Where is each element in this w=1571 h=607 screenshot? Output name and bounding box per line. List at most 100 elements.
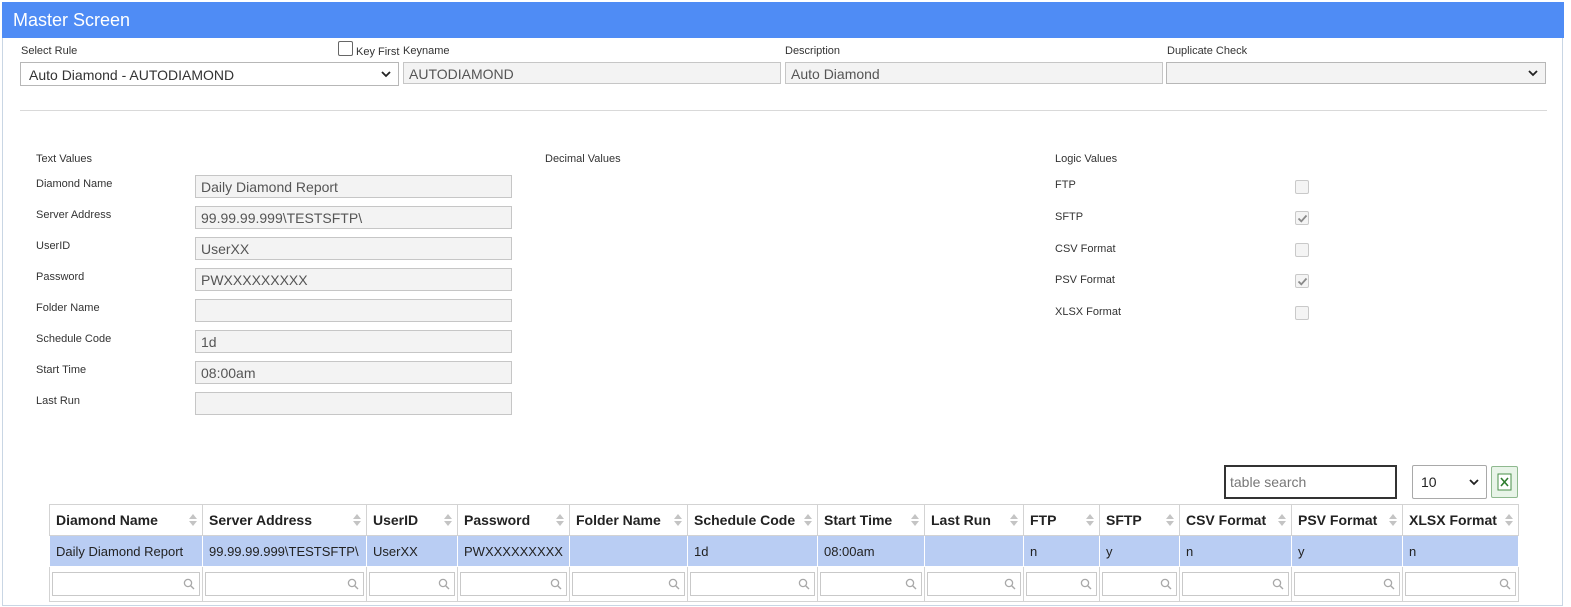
description-field[interactable]: Auto Diamond (785, 62, 1163, 84)
column-header-label: Last Run (930, 512, 991, 528)
filter-cell (49, 566, 203, 602)
sort-icon (353, 514, 361, 526)
table-cell: n (1401, 535, 1519, 567)
keyname-field[interactable]: AUTODIAMOND (403, 62, 781, 84)
column-filter-input[interactable] (369, 572, 455, 596)
title-bar: Master Screen (2, 2, 1564, 38)
table-cell: n (1022, 535, 1100, 567)
xlsx-format-checkbox[interactable] (1295, 306, 1309, 320)
column-filter-input[interactable] (926, 572, 1021, 596)
magnifier-icon (1080, 578, 1092, 590)
sort-icon (1277, 514, 1286, 526)
key-first-checkbox[interactable] (338, 41, 353, 56)
magnifier-icon (438, 578, 450, 590)
start-time-field[interactable]: 08:00am (195, 361, 512, 384)
column-header-sftp[interactable]: SFTP (1098, 504, 1180, 536)
check-icon (1297, 277, 1308, 286)
column-header-userid[interactable]: UserID (366, 504, 458, 536)
table-row[interactable]: Daily Diamond Report 99.99.99.999\TESTSF… (49, 535, 1519, 567)
magnifier-icon (1383, 578, 1395, 590)
column-filter-input[interactable] (571, 572, 685, 596)
sort-icon (1388, 514, 1397, 526)
column-header-xlsx-format[interactable]: XLSX Format (1401, 504, 1519, 536)
column-header-server-address[interactable]: Server Address (202, 504, 367, 536)
column-header-folder-name[interactable]: Folder Name (568, 504, 688, 536)
column-header-schedule-code[interactable]: Schedule Code (686, 504, 818, 536)
column-filter-input[interactable] (52, 572, 200, 596)
column-header-start-time[interactable]: Start Time (816, 504, 925, 536)
column-header-label: PSV Format (1297, 512, 1378, 528)
userid-field[interactable]: UserXX (195, 237, 512, 260)
column-header-ftp[interactable]: FTP (1022, 504, 1100, 536)
diamond-name-field[interactable]: Daily Diamond Report (195, 175, 512, 198)
column-filter-input[interactable] (1293, 572, 1400, 596)
magnifier-icon (550, 578, 562, 590)
last-run-field[interactable] (195, 392, 512, 415)
password-field[interactable]: PWXXXXXXXXX (195, 268, 512, 291)
psv-format-checkbox[interactable] (1295, 274, 1309, 288)
folder-name-field[interactable] (195, 299, 512, 322)
magnifier-icon (183, 578, 195, 590)
server-address-field[interactable]: 99.99.99.999\TESTSFTP\ (195, 206, 512, 229)
column-filter-input[interactable] (1181, 572, 1289, 596)
column-filter-input[interactable] (460, 572, 567, 596)
column-header-csv-format[interactable]: CSV Format (1178, 504, 1292, 536)
sort-icon (1504, 514, 1513, 526)
sort-icon (1085, 514, 1094, 526)
excel-export-button[interactable] (1491, 466, 1518, 498)
column-header-psv-format[interactable]: PSV Format (1290, 504, 1403, 536)
column-header-last-run[interactable]: Last Run (923, 504, 1024, 536)
csv-format-checkbox[interactable] (1295, 243, 1309, 257)
table-cell: 08:00am (816, 535, 925, 567)
table-cell: Daily Diamond Report (49, 535, 203, 567)
sort-icon (444, 514, 452, 526)
last-run-label: Last Run (36, 395, 81, 407)
column-filter-input[interactable] (819, 572, 922, 596)
chevron-down-icon (381, 71, 391, 78)
column-header-label: Schedule Code (693, 512, 796, 528)
column-header-label: CSV Format (1185, 512, 1267, 528)
column-filter-input[interactable] (689, 572, 815, 596)
schedule-code-field[interactable]: 1d (195, 330, 512, 353)
filter-cell (1178, 566, 1292, 602)
filter-cell (457, 566, 570, 602)
column-filter-input[interactable] (1025, 572, 1097, 596)
duplicate-check-dropdown[interactable] (1166, 62, 1546, 84)
filter-cell (202, 566, 367, 602)
filter-cell (366, 566, 458, 602)
table-cell: UserXX (366, 535, 458, 567)
folder-name-label: Folder Name (36, 302, 100, 314)
column-filter-input[interactable] (1101, 572, 1177, 596)
magnifier-icon (1004, 578, 1016, 590)
diamond-name-label: Diamond Name (36, 178, 113, 190)
column-filter-input[interactable] (1404, 572, 1516, 596)
page-size-dropdown[interactable]: 10 (1412, 465, 1487, 499)
filter-cell (1401, 566, 1519, 602)
server-address-label: Server Address (36, 209, 112, 221)
filter-cell (1098, 566, 1180, 602)
magnifier-icon (798, 578, 810, 590)
sftp-checkbox[interactable] (1295, 211, 1309, 225)
chevron-down-icon (1528, 70, 1538, 77)
select-rule-dropdown[interactable]: Auto Diamond - AUTODIAMOND (20, 62, 399, 86)
magnifier-icon (905, 578, 917, 590)
sort-icon (910, 514, 919, 526)
sort-icon (555, 514, 564, 526)
ftp-checkbox[interactable] (1295, 180, 1309, 194)
column-header-password[interactable]: Password (457, 504, 570, 536)
schedule-code-label: Schedule Code (36, 333, 112, 345)
keyname-label: Keyname (403, 45, 450, 57)
csv-format-label: CSV Format (1055, 243, 1116, 255)
table-cell (923, 535, 1024, 567)
column-header-diamond-name[interactable]: Diamond Name (49, 504, 203, 536)
chevron-down-icon (1469, 479, 1479, 486)
column-filter-input[interactable] (205, 572, 364, 596)
data-table: Diamond Name Server Address UserID Passw… (49, 504, 1519, 602)
ftp-label: FTP (1055, 179, 1076, 191)
column-header-label: Diamond Name (56, 512, 158, 528)
userid-label: UserID (36, 240, 71, 252)
column-header-label: Server Address (209, 512, 312, 528)
table-search-input[interactable]: table search (1224, 465, 1397, 499)
column-header-label: FTP (1029, 512, 1057, 528)
check-icon (1297, 214, 1308, 223)
